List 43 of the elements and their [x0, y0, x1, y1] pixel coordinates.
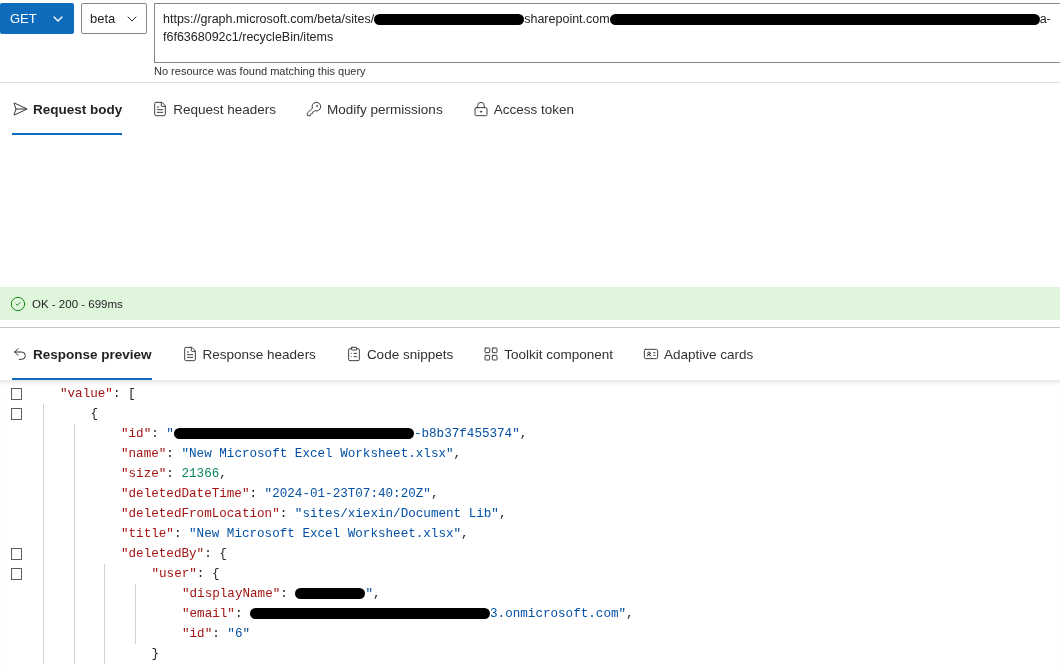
key-icon: [306, 101, 323, 117]
response-tab[interactable]: Toolkit component: [483, 328, 613, 380]
clipboard-icon: [345, 346, 362, 362]
fold-toggle[interactable]: [11, 568, 22, 580]
fold-toggle[interactable]: [11, 548, 22, 560]
code-line: "title": "New Microsoft Excel Worksheet.xlsx",: [121, 526, 469, 542]
code-line: "displayName": ",: [182, 586, 381, 602]
fold-toggle[interactable]: [11, 408, 22, 420]
check-icon: [10, 295, 26, 312]
code-line: "name": "New Microsoft Excel Worksheet.xlsx",: [121, 446, 462, 462]
request-tab[interactable]: Request body: [12, 83, 123, 135]
code-line: }: [151, 646, 160, 662]
id-card-icon: [643, 346, 659, 362]
response-tab[interactable]: Response headers: [181, 328, 316, 380]
code-line: "size": 21366,: [121, 466, 227, 482]
code-line: "deletedDateTime": "2024-01-23T07:40:20Z",: [121, 486, 439, 502]
request-tab[interactable]: Access token: [472, 83, 574, 135]
url-field[interactable]: https://graph.microsoft.com/beta/sites/ sharepoint.com a- f6f6368092c1/recycleBin/items: [154, 3, 1060, 63]
status-text: OK - 200 - 699ms: [32, 297, 123, 310]
undo-icon: [12, 346, 28, 362]
redaction-mark: [295, 588, 366, 600]
code-line: {: [90, 406, 99, 422]
document-icon: [181, 346, 198, 362]
request-tab[interactable]: Modify permissions: [306, 83, 443, 135]
response-tab[interactable]: Adaptive cards: [643, 328, 754, 380]
grid-icon: [483, 346, 500, 362]
response-tab[interactable]: Code snippets: [345, 328, 454, 380]
response-tab[interactable]: Response preview: [12, 328, 152, 380]
code-line: "id": "6": [182, 626, 251, 642]
code-line: "value": [: [60, 386, 136, 402]
fold-toggle[interactable]: [11, 388, 22, 400]
version-dropdown[interactable]: beta: [81, 3, 147, 34]
code-line: "deletedBy": {: [121, 546, 227, 562]
document-icon: [152, 101, 169, 117]
code-line: "email": 3.onmicrosoft.com",: [182, 606, 634, 622]
method-dropdown[interactable]: GET: [0, 3, 74, 34]
code-line: "id": " -b8b37f455374",: [121, 426, 528, 442]
code-line: "user": {: [151, 566, 220, 582]
send-icon: [12, 101, 28, 117]
hint-text: No resource was found matching this query: [154, 64, 367, 79]
request-tab[interactable]: Request headers: [152, 83, 277, 135]
lock-icon: [472, 101, 489, 117]
code-line: "deletedFromLocation": "sites/xiexin/Document Lib",: [121, 506, 507, 522]
